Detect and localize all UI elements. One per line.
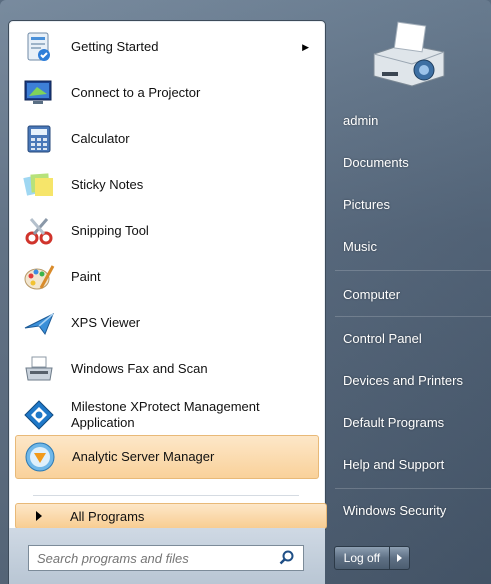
right-item-label: Computer bbox=[343, 286, 401, 302]
program-label: Paint bbox=[71, 269, 101, 284]
logoff-button[interactable]: Log off bbox=[334, 546, 390, 570]
program-label: Windows Fax and Scan bbox=[71, 361, 208, 376]
program-label-line2: Application bbox=[71, 415, 135, 430]
logoff-group: Log off bbox=[334, 546, 410, 570]
right-item-admin[interactable]: admin bbox=[335, 106, 491, 134]
program-label-line1: Milestone XProtect Management bbox=[71, 399, 260, 414]
right-item-control-panel[interactable]: Control Panel bbox=[335, 324, 491, 352]
start-menu: Getting Started ▶ Connect to a Projector bbox=[0, 0, 491, 584]
program-snipping-tool[interactable]: Snipping Tool bbox=[15, 209, 319, 253]
right-separator bbox=[335, 488, 491, 489]
right-separator bbox=[335, 270, 491, 271]
program-fax-scan[interactable]: Windows Fax and Scan bbox=[15, 347, 319, 391]
paint-icon bbox=[21, 259, 57, 295]
right-item-pictures[interactable]: Pictures bbox=[335, 190, 491, 218]
arrow-right-icon bbox=[396, 554, 402, 562]
program-analytic-server-manager[interactable]: Analytic Server Manager bbox=[15, 435, 319, 479]
right-item-label: Help and Support bbox=[343, 456, 445, 472]
program-label: Snipping Tool bbox=[71, 223, 149, 238]
right-item-label: admin bbox=[343, 112, 379, 128]
right-item-help-support[interactable]: Help and Support bbox=[335, 450, 491, 478]
right-item-music[interactable]: Music bbox=[335, 232, 491, 260]
milestone-icon bbox=[21, 397, 57, 433]
search-input[interactable] bbox=[35, 549, 269, 567]
program-xps-viewer[interactable]: XPS Viewer bbox=[15, 301, 319, 345]
program-label: Sticky Notes bbox=[71, 177, 144, 192]
shutdown-options-button[interactable] bbox=[389, 546, 410, 570]
right-item-label: Documents bbox=[343, 154, 409, 170]
right-item-label: Windows Security bbox=[343, 502, 447, 518]
right-item-label: Default Programs bbox=[343, 414, 445, 430]
submenu-arrow-icon: ▶ bbox=[302, 41, 309, 52]
right-item-computer[interactable]: Computer bbox=[335, 280, 491, 308]
program-label: XPS Viewer bbox=[71, 315, 141, 330]
triangle-right-icon bbox=[36, 511, 42, 521]
right-item-label: Control Panel bbox=[343, 330, 422, 346]
right-item-devices-printers[interactable]: Devices and Printers bbox=[335, 366, 491, 394]
fax-scan-icon bbox=[21, 351, 57, 387]
programs-pane: Getting Started ▶ Connect to a Projector bbox=[8, 20, 327, 530]
program-connect-projector[interactable]: Connect to a Projector bbox=[15, 71, 319, 115]
right-separator bbox=[335, 316, 491, 317]
all-programs-button[interactable]: All Programs bbox=[15, 503, 327, 529]
search-icon[interactable] bbox=[279, 550, 295, 571]
program-sticky-notes[interactable]: Sticky Notes bbox=[15, 163, 319, 207]
program-calculator[interactable]: Calculator bbox=[15, 117, 319, 161]
sticky-notes-icon bbox=[21, 167, 57, 203]
all-programs-label: All Programs bbox=[70, 508, 145, 524]
program-milestone[interactable]: Milestone XProtect Management Applicatio… bbox=[15, 393, 319, 437]
right-item-label: Music bbox=[343, 238, 377, 254]
analytic-server-icon bbox=[22, 439, 58, 475]
program-label: Calculator bbox=[71, 131, 130, 146]
xps-viewer-icon bbox=[21, 305, 57, 341]
right-item-default-programs[interactable]: Default Programs bbox=[335, 408, 491, 436]
program-label: Milestone XProtect Management Applicatio… bbox=[71, 399, 260, 431]
right-item-label: Devices and Printers bbox=[343, 372, 463, 388]
user-picture-icon[interactable] bbox=[364, 14, 454, 98]
program-label: Analytic Server Manager bbox=[72, 449, 215, 464]
projector-icon bbox=[21, 75, 57, 111]
program-getting-started[interactable]: Getting Started ▶ bbox=[15, 25, 319, 69]
snipping-tool-icon bbox=[21, 213, 57, 249]
separator bbox=[33, 495, 299, 496]
right-item-windows-security[interactable]: Windows Security bbox=[335, 496, 491, 524]
getting-started-icon bbox=[21, 29, 57, 65]
logoff-label: Log off bbox=[343, 551, 381, 565]
program-label: Connect to a Projector bbox=[71, 85, 201, 100]
program-paint[interactable]: Paint bbox=[15, 255, 319, 299]
right-item-label: Pictures bbox=[343, 196, 390, 212]
search-box[interactable] bbox=[28, 545, 304, 571]
right-item-documents[interactable]: Documents bbox=[335, 148, 491, 176]
program-label: Getting Started bbox=[71, 39, 159, 54]
calculator-icon bbox=[21, 121, 57, 157]
